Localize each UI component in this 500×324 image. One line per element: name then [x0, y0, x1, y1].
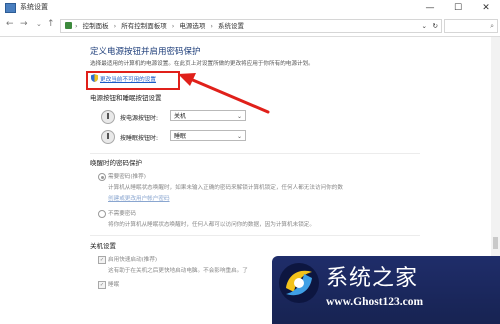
- control-panel-app-icon: [5, 3, 16, 13]
- fast-startup-checkbox[interactable]: ✓: [98, 256, 106, 264]
- address-bar: ← → ⌄ ↑ › 控制面板 › 所有控制面板项 › 电源选项 › 系统设置 ⌄ ↻ ⌕: [0, 16, 500, 37]
- title-bar: 系统设置 — ☐ ✕: [0, 0, 500, 17]
- require-password-radio[interactable]: [98, 173, 106, 181]
- watermark-title: 系统之家: [326, 266, 419, 291]
- wake-password-section-title: 唤醒时的密码保护: [90, 159, 142, 167]
- breadcrumb-system-settings[interactable]: 系统设置: [218, 22, 244, 30]
- up-arrow-icon[interactable]: ↑: [47, 19, 55, 29]
- breadcrumb-separator: ›: [75, 22, 78, 30]
- sleep-button-select-value: 睡眠: [174, 133, 187, 140]
- no-password-label: 不需要密码: [108, 211, 136, 217]
- change-unavailable-settings-link[interactable]: 更改当前不可用的设置: [100, 75, 156, 83]
- require-password-label: 需要密码(推荐): [108, 174, 146, 180]
- section-divider: [90, 153, 420, 154]
- require-password-description: 计算机从睡眠状态唤醒时，如果未输入正确的密码来解锁计算机锁定，任何人都无法访问你…: [108, 185, 343, 191]
- breadcrumb-all-items[interactable]: 所有控制面板项: [121, 22, 167, 30]
- page-description: 选择最适用的计算机的电源设置。在此页上对设置所做的更改将应用于你所有的电源计划。: [90, 61, 314, 67]
- history-dropdown-icon[interactable]: ⌄: [36, 20, 42, 28]
- forward-arrow-icon[interactable]: →: [20, 19, 28, 29]
- window-title: 系统设置: [20, 3, 48, 11]
- chevron-down-icon: ⌄: [236, 113, 242, 120]
- maximize-button[interactable]: ☐: [444, 0, 472, 16]
- power-buttons-section-title: 电源按钮和睡眠按钮设置: [90, 94, 162, 102]
- address-dropdown-icon[interactable]: ⌄: [422, 20, 427, 32]
- power-button-icon: [101, 110, 115, 124]
- breadcrumb-separator: ›: [210, 22, 213, 30]
- power-button-select[interactable]: 关机 ⌄: [170, 110, 246, 121]
- sleep-checkbox[interactable]: ✓: [98, 281, 106, 289]
- no-password-description: 将你的计算机从睡眠状态唤醒时，任何人都可以访问你的数据，因为计算机未锁定。: [108, 222, 315, 228]
- vertical-scrollbar[interactable]: [491, 37, 500, 256]
- power-button-select-value: 关机: [174, 113, 187, 120]
- breadcrumb-control-panel[interactable]: 控制面板: [83, 22, 109, 30]
- breadcrumb-power-options[interactable]: 电源选项: [179, 22, 205, 30]
- sleep-label: 睡眠: [108, 282, 120, 288]
- uac-shield-icon: [91, 74, 98, 82]
- shutdown-settings-section-title: 关机设置: [90, 242, 116, 250]
- scrollbar-thumb[interactable]: [493, 237, 498, 249]
- fast-startup-label: 启用快速启动(推荐): [108, 257, 158, 263]
- refresh-icon[interactable]: ↻: [433, 20, 438, 32]
- minimize-button[interactable]: —: [416, 0, 444, 16]
- watermark-banner: 系统之家 www.Ghost123.com: [272, 256, 500, 324]
- sleep-button-label: 按睡眠按钮时:: [120, 135, 159, 142]
- page-title: 定义电源按钮并启用密码保护: [90, 47, 201, 57]
- breadcrumb[interactable]: › 控制面板 › 所有控制面板项 › 电源选项 › 系统设置 ⌄ ↻: [60, 19, 442, 33]
- power-button-label: 按电源按钮时:: [120, 115, 159, 122]
- no-password-radio[interactable]: [98, 210, 106, 218]
- close-button[interactable]: ✕: [472, 0, 500, 16]
- watermark-url: www.Ghost123.com: [326, 296, 424, 308]
- section-divider: [90, 235, 420, 236]
- control-panel-icon: [65, 22, 72, 29]
- fast-startup-description: 这有助于在关机之后更快地启动电脑。不会影响重启。了: [108, 268, 248, 274]
- search-input[interactable]: ⌕: [444, 19, 498, 33]
- breadcrumb-separator: ›: [113, 22, 117, 30]
- sleep-button-select[interactable]: 睡眠 ⌄: [170, 130, 246, 141]
- sleep-button-icon: [101, 130, 115, 144]
- chevron-down-icon: ⌄: [236, 133, 242, 140]
- back-arrow-icon[interactable]: ←: [6, 19, 14, 29]
- breadcrumb-separator: ›: [171, 22, 175, 30]
- watermark-logo-icon: [279, 263, 319, 303]
- create-password-link[interactable]: 创建或更改用户帐户密码: [108, 194, 170, 202]
- search-icon: ⌕: [490, 22, 494, 30]
